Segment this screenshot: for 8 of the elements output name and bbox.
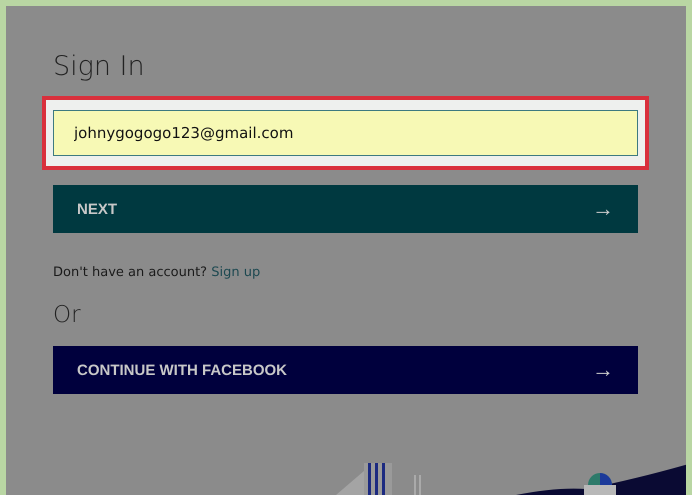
next-button[interactable]: NEXT → — [53, 185, 638, 233]
or-label: Or — [53, 302, 82, 328]
facebook-button[interactable]: CONTINUE WITH FACEBOOK → — [53, 346, 638, 394]
arrow-icon: → — [592, 357, 614, 383]
signup-prompt: Don't have an account? Sign up — [53, 265, 262, 280]
email-field[interactable]: johnygogogo123@gmail.com — [53, 110, 638, 156]
arrow-icon: → — [592, 196, 614, 222]
page-title: Sign In — [53, 50, 146, 84]
